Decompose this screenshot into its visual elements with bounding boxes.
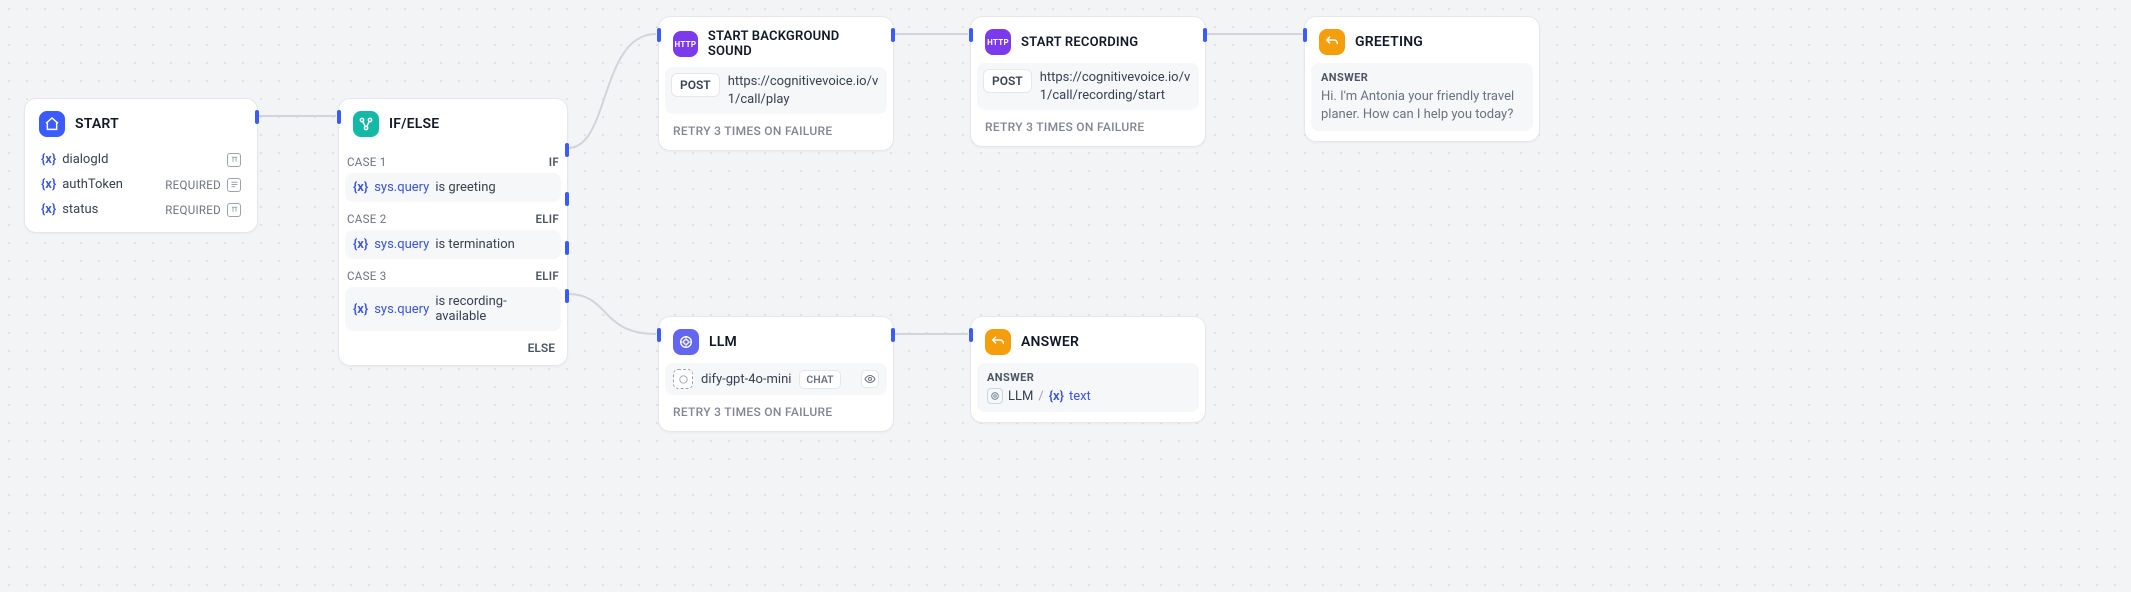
http-request[interactable]: POST https://cognitivevoice.io/v1/call/r…: [977, 63, 1199, 110]
port-out[interactable]: [1203, 28, 1207, 42]
retry-label: RETRY 3 TIMES ON FAILURE: [971, 110, 1205, 146]
visibility-toggle[interactable]: [861, 370, 879, 388]
start-vars: {x} dialogId {x} authToken REQUIRED {x} sta…: [25, 147, 257, 232]
case-header: CASE 3ELIF: [339, 261, 567, 287]
port-out-case3[interactable]: [565, 241, 569, 255]
node-header: START: [25, 99, 257, 147]
node-title: START: [75, 116, 119, 132]
node-ifelse[interactable]: IF/ELSE CASE 1IF {x}sys.query is greetin…: [338, 98, 568, 366]
node-header: ANSWER: [971, 317, 1205, 363]
ref-slash: /: [1038, 389, 1043, 404]
ref-node-icon: [987, 388, 1003, 404]
llm-model-row[interactable]: dify-gpt-4o-mini CHAT: [665, 363, 887, 395]
var-row[interactable]: {x} dialogId: [35, 147, 247, 172]
ref-node-name: LLM: [1008, 389, 1033, 404]
http-icon: HTTP: [673, 31, 698, 57]
case-condition[interactable]: {x}sys.query is greeting: [345, 173, 561, 202]
llm-icon: [673, 329, 699, 355]
port-out[interactable]: [255, 110, 259, 124]
model-provider-icon: [673, 369, 693, 389]
text-type-icon: [227, 203, 241, 217]
port-out[interactable]: [891, 328, 895, 342]
retry-label: RETRY 3 TIMES ON FAILURE: [659, 395, 893, 431]
case-condition[interactable]: {x}sys.query is termination: [345, 230, 561, 259]
answer-heading: ANSWER: [1321, 71, 1523, 84]
var-row[interactable]: {x} authToken REQUIRED: [35, 172, 247, 197]
http-icon: HTTP: [985, 29, 1011, 55]
node-recording[interactable]: HTTP START RECORDING POST https://cognit…: [970, 16, 1206, 147]
var-name: dialogId: [62, 152, 108, 167]
model-mode-chip: CHAT: [799, 370, 840, 389]
branch-icon: [353, 111, 379, 137]
node-title: GREETING: [1355, 34, 1423, 50]
paragraph-type-icon: [227, 178, 241, 192]
port-in[interactable]: [969, 328, 973, 342]
http-method: POST: [983, 69, 1032, 93]
node-greeting[interactable]: GREETING ANSWER Hi. I'm Antonia your fri…: [1304, 16, 1540, 142]
port-out[interactable]: [891, 28, 895, 42]
http-method: POST: [671, 73, 720, 97]
node-header: HTTP START RECORDING: [971, 17, 1205, 63]
port-in[interactable]: [969, 28, 973, 42]
var-brace-icon: {x}: [353, 302, 368, 317]
node-bgsound[interactable]: HTTP START BACKGROUND SOUND POST https:/…: [658, 16, 894, 151]
node-title: START RECORDING: [1021, 35, 1138, 50]
port-in[interactable]: [337, 110, 341, 124]
case-header: CASE 1IF: [339, 147, 567, 173]
else-row: ELSE: [339, 333, 567, 365]
node-header: LLM: [659, 317, 893, 363]
case-condition[interactable]: {x}sys.query is recording-available: [345, 287, 561, 331]
reply-icon: [985, 329, 1011, 355]
http-url: https://cognitivevoice.io/v1/call/record…: [1040, 69, 1193, 104]
port-out-case2[interactable]: [565, 192, 569, 206]
node-llm[interactable]: LLM dify-gpt-4o-mini CHAT RETRY 3 TIMES …: [658, 316, 894, 432]
port-in[interactable]: [657, 328, 661, 342]
node-title: START BACKGROUND SOUND: [708, 29, 879, 59]
answer-heading: ANSWER: [987, 371, 1189, 384]
ref-var-name: text: [1069, 389, 1091, 404]
node-start[interactable]: START {x} dialogId {x} authToken REQUIRED …: [24, 98, 258, 233]
http-request[interactable]: POST https://cognitivevoice.io/v1/call/p…: [665, 67, 887, 114]
var-name: status: [62, 202, 98, 217]
node-header: IF/ELSE: [339, 99, 567, 147]
answer-block[interactable]: ANSWER LLM / {x} text: [977, 363, 1199, 412]
var-brace-icon: {x}: [41, 177, 56, 192]
node-title: LLM: [709, 334, 737, 350]
home-icon: [39, 111, 65, 137]
model-name: dify-gpt-4o-mini: [701, 372, 791, 387]
case-header: CASE 2ELIF: [339, 204, 567, 230]
ifelse-body: CASE 1IF {x}sys.query is greeting CASE 2…: [339, 147, 567, 365]
var-brace-icon: {x}: [41, 152, 56, 167]
var-name: authToken: [62, 177, 123, 192]
http-url: https://cognitivevoice.io/v1/call/play: [728, 73, 881, 108]
var-tag: REQUIRED: [165, 203, 221, 217]
reply-icon: [1319, 29, 1345, 55]
var-tag: REQUIRED: [165, 178, 221, 192]
node-header: GREETING: [1305, 17, 1539, 63]
var-brace-icon: {x}: [41, 202, 56, 217]
answer-text: Hi. I'm Antonia your friendly travel pla…: [1321, 88, 1523, 123]
port-in[interactable]: [1303, 28, 1307, 42]
var-brace-icon: {x}: [353, 237, 368, 252]
answer-block[interactable]: ANSWER Hi. I'm Antonia your friendly tra…: [1311, 63, 1533, 131]
node-answer[interactable]: ANSWER ANSWER LLM / {x} text: [970, 316, 1206, 423]
port-in[interactable]: [657, 28, 661, 42]
var-row[interactable]: {x} status REQUIRED: [35, 197, 247, 222]
var-brace-icon: {x}: [353, 180, 368, 195]
node-title: ANSWER: [1021, 334, 1079, 350]
answer-reference: LLM / {x} text: [987, 388, 1189, 404]
node-title: IF/ELSE: [389, 116, 439, 132]
var-brace-icon: {x}: [1049, 389, 1064, 404]
text-type-icon: [227, 153, 241, 167]
port-out-case1[interactable]: [565, 143, 569, 157]
node-header: HTTP START BACKGROUND SOUND: [659, 17, 893, 67]
retry-label: RETRY 3 TIMES ON FAILURE: [659, 114, 893, 150]
port-out-else[interactable]: [565, 289, 569, 303]
